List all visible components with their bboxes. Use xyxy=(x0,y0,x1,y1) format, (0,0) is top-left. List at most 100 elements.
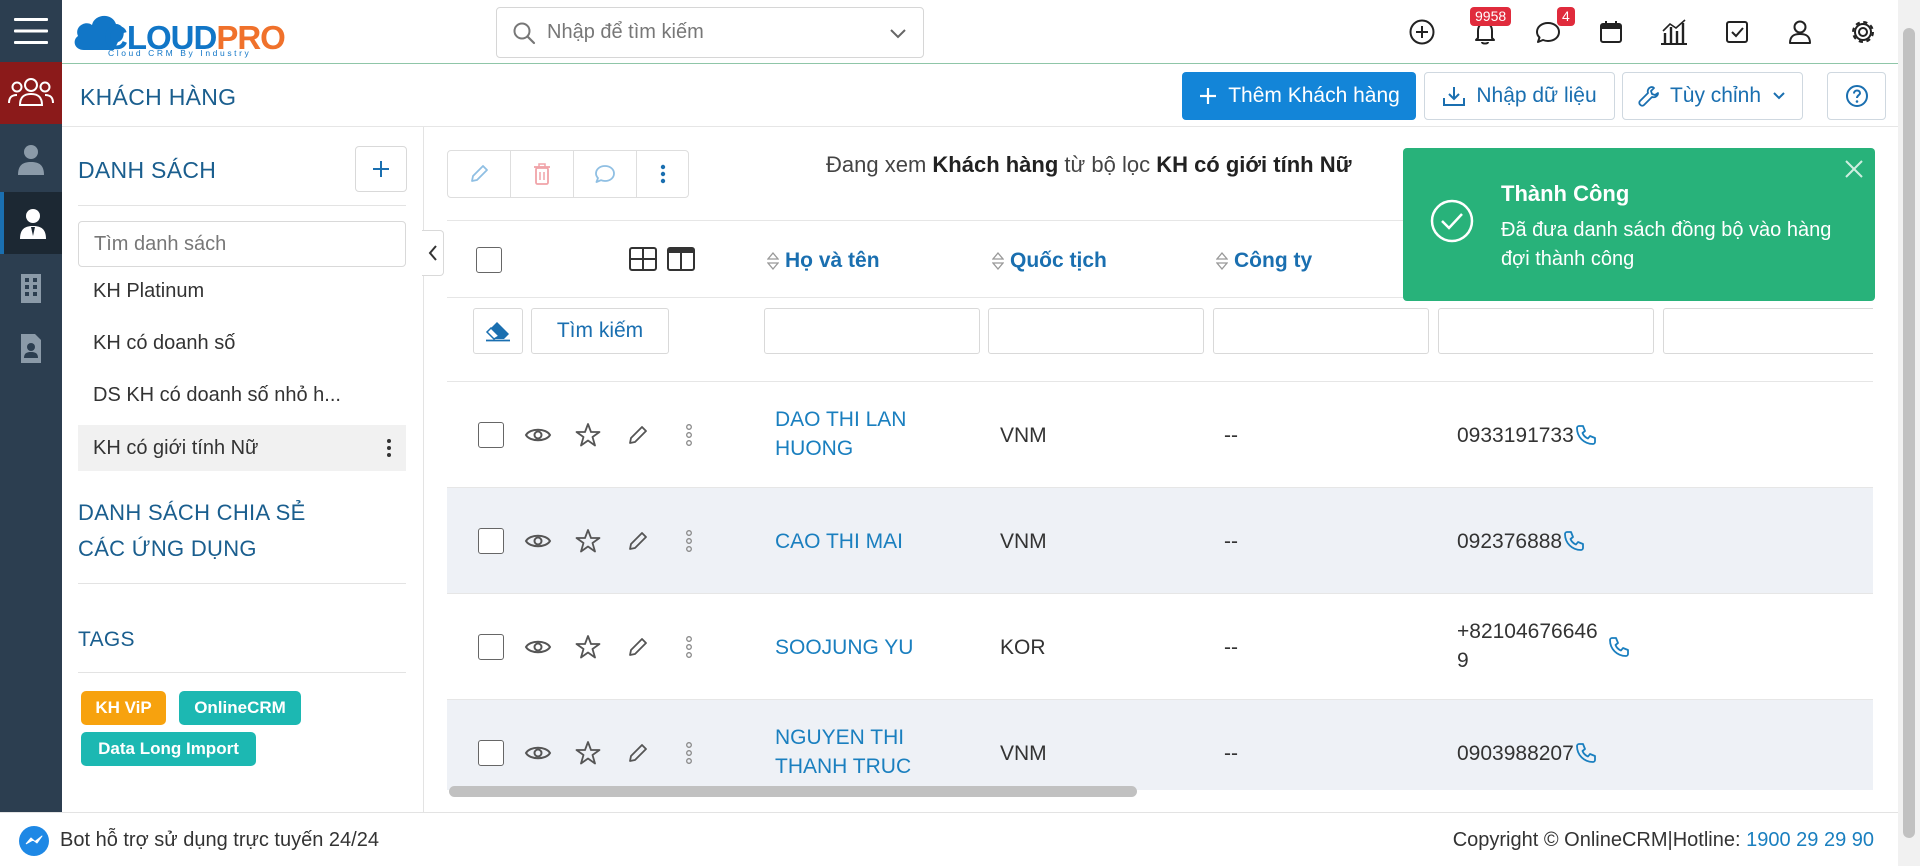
scrollbar-thumb[interactable] xyxy=(1903,28,1915,838)
support-bot-link[interactable]: Bot hỗ trợ sử dụng trực tuyến 24/24 xyxy=(60,829,379,852)
table-row[interactable]: NGUYEN THI THANH TRUC VNM -- 0903988207 xyxy=(447,700,1873,790)
list-search-input[interactable] xyxy=(78,221,406,267)
eye-icon[interactable] xyxy=(523,738,553,768)
help-button[interactable] xyxy=(1827,72,1886,120)
tag-badge[interactable]: Data Long Import xyxy=(81,732,256,766)
collapse-panel-button[interactable] xyxy=(422,230,444,276)
list-item[interactable]: KH có doanh số xyxy=(78,320,406,366)
edit-button[interactable] xyxy=(448,151,511,197)
toast-message: Đã đưa danh sách đồng bộ vào hàng đợi th… xyxy=(1501,219,1832,270)
gear-icon[interactable] xyxy=(1847,16,1879,48)
row-checkbox[interactable] xyxy=(478,528,504,554)
row-checkbox[interactable] xyxy=(478,422,504,448)
toast-title: Thành Công xyxy=(1501,181,1630,206)
divider xyxy=(78,672,406,673)
messenger-icon[interactable] xyxy=(18,825,50,857)
add-list-button[interactable] xyxy=(355,146,407,192)
hotline-link[interactable]: 1900 29 29 90 xyxy=(1746,829,1874,851)
star-icon[interactable] xyxy=(573,738,603,768)
tag-badge[interactable]: OnlineCRM xyxy=(179,691,301,725)
filter-input[interactable] xyxy=(1663,308,1873,354)
comment-button[interactable] xyxy=(574,151,637,197)
column-layout-icon[interactable] xyxy=(667,247,695,271)
scrollbar-thumb[interactable] xyxy=(449,786,1137,797)
download-icon xyxy=(1443,87,1466,106)
import-data-button[interactable]: Nhập dữ liệu xyxy=(1424,72,1615,120)
add-circle-icon[interactable] xyxy=(1406,16,1438,48)
module-customers-group[interactable] xyxy=(0,62,62,124)
table-row[interactable]: SOOJUNG YU KOR -- +821046766469 xyxy=(447,594,1873,700)
add-customer-button[interactable]: Thêm Khách hàng xyxy=(1182,72,1416,120)
row-checkbox[interactable] xyxy=(478,634,504,660)
module-customer-icon[interactable] xyxy=(0,192,62,254)
pencil-icon[interactable] xyxy=(623,738,653,768)
trash-icon xyxy=(534,163,550,185)
module-contact-icon[interactable] xyxy=(0,128,62,190)
more-vertical-icon[interactable] xyxy=(386,438,392,458)
table-row[interactable]: DAO THI LAN HUONG VNM -- 0933191733 xyxy=(447,382,1873,488)
filter-input-name[interactable] xyxy=(764,308,980,354)
report-chart-icon[interactable] xyxy=(1658,16,1690,48)
eye-icon[interactable] xyxy=(523,632,553,662)
list-item[interactable]: KH Platinum xyxy=(78,268,406,314)
pencil-icon[interactable] xyxy=(623,420,653,450)
pencil-icon[interactable] xyxy=(623,526,653,556)
delete-button[interactable] xyxy=(511,151,574,197)
customer-name-link[interactable]: NGUYEN THI THANH TRUC xyxy=(775,723,935,781)
filter-input-company[interactable] xyxy=(1213,308,1429,354)
row-checkbox[interactable] xyxy=(478,740,504,766)
check-circle-icon xyxy=(1430,199,1474,243)
phone-icon[interactable] xyxy=(1571,738,1601,768)
table-row[interactable]: CAO THI MAI VNM -- 092376888 xyxy=(447,488,1873,594)
phone-icon[interactable] xyxy=(1604,632,1634,662)
pencil-icon[interactable] xyxy=(623,632,653,662)
more-vertical-icon[interactable] xyxy=(674,526,704,556)
customer-name-link[interactable]: DAO THI LAN HUONG xyxy=(775,405,935,463)
customize-dropdown[interactable]: Tùy chỉnh xyxy=(1622,72,1803,120)
comment-icon xyxy=(595,165,615,183)
apps-link[interactable]: CÁC ỨNG DỤNG xyxy=(78,536,257,562)
list-item-active[interactable]: KH có giới tính Nữ xyxy=(78,425,406,471)
star-icon[interactable] xyxy=(573,632,603,662)
nationality-cell: VNM xyxy=(1000,530,1047,553)
tag-badge[interactable]: KH ViP xyxy=(81,691,166,725)
grid-view-icon[interactable] xyxy=(629,247,657,271)
more-vertical-icon[interactable] xyxy=(674,632,704,662)
customer-name-link[interactable]: CAO THI MAI xyxy=(775,527,955,556)
task-check-icon[interactable] xyxy=(1721,16,1753,48)
nationality-cell: VNM xyxy=(1000,424,1047,447)
search-button[interactable]: Tìm kiếm xyxy=(531,308,669,354)
filter-input-phone[interactable] xyxy=(1438,308,1654,354)
phone-icon[interactable] xyxy=(1571,420,1601,450)
menu-icon[interactable] xyxy=(0,0,62,62)
horizontal-scrollbar[interactable] xyxy=(447,786,1873,798)
eye-icon[interactable] xyxy=(523,526,553,556)
column-header-nationality[interactable]: Quốc tịch xyxy=(992,249,1107,273)
star-icon[interactable] xyxy=(573,526,603,556)
module-organization-icon[interactable] xyxy=(0,257,62,319)
filter-input-nationality[interactable] xyxy=(988,308,1204,354)
cloudpro-logo[interactable]: CLOUDPRO Cloud CRM By Industry xyxy=(70,4,306,58)
more-vertical-icon[interactable] xyxy=(674,738,704,768)
close-icon[interactable] xyxy=(1839,154,1869,184)
column-header-name[interactable]: Họ và tên xyxy=(767,249,880,273)
search-input[interactable] xyxy=(547,21,877,44)
select-all-checkbox[interactable] xyxy=(476,247,502,273)
page-scrollbar[interactable] xyxy=(1898,0,1920,866)
chevron-down-icon[interactable] xyxy=(887,22,909,44)
calendar-icon[interactable] xyxy=(1595,16,1627,48)
shared-lists-link[interactable]: DANH SÁCH CHIA SẺ xyxy=(78,500,306,526)
phone-icon[interactable] xyxy=(1559,526,1589,556)
clear-filter-button[interactable] xyxy=(473,308,523,354)
eraser-icon xyxy=(485,322,510,342)
eye-icon[interactable] xyxy=(523,420,553,450)
column-header-company[interactable]: Công ty xyxy=(1216,249,1312,273)
user-profile-icon[interactable] xyxy=(1784,16,1816,48)
global-search[interactable] xyxy=(496,7,924,58)
star-icon[interactable] xyxy=(573,420,603,450)
more-actions-button[interactable] xyxy=(637,151,688,197)
list-item[interactable]: DS KH có doanh số nhỏ h... xyxy=(78,372,406,418)
customer-name-link[interactable]: SOOJUNG YU xyxy=(775,633,955,662)
module-profile-card-icon[interactable] xyxy=(0,317,62,379)
more-vertical-icon[interactable] xyxy=(674,420,704,450)
